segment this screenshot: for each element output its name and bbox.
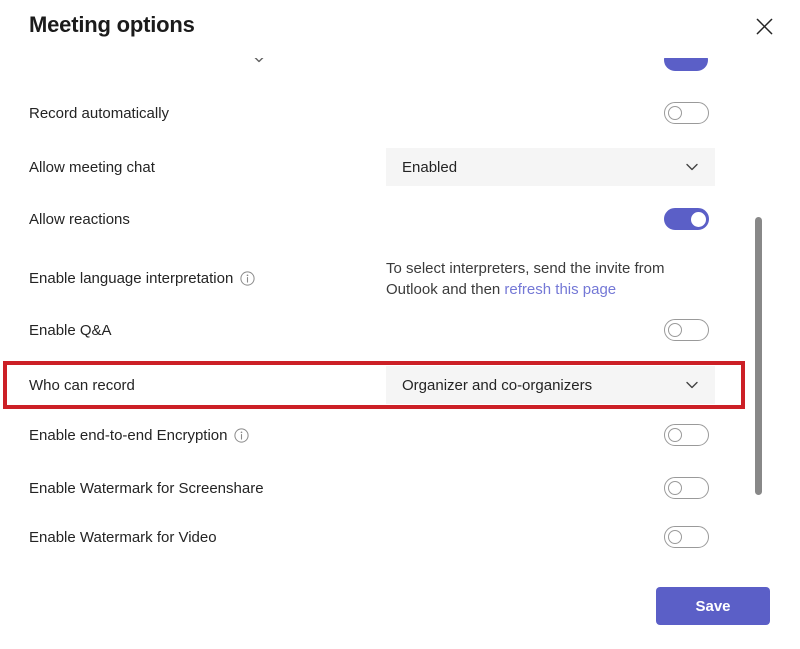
scrollbar-track[interactable] [754, 150, 763, 560]
toggle-enable-qa[interactable] [664, 319, 709, 341]
row-label: Enable Q&A [29, 322, 112, 339]
toggle-knob [667, 480, 682, 495]
row-label: Record automatically [29, 105, 169, 122]
row-label: Enable end-to-end Encryption [29, 426, 250, 444]
dropdown-value: Enabled [402, 158, 458, 176]
row-enable-end-to-end-encryption: Enable end-to-end Encryption [0, 418, 745, 452]
close-icon [756, 18, 773, 35]
dropdown-allow-meeting-chat[interactable]: Enabled [386, 148, 715, 186]
toggle-record-automatically[interactable] [664, 102, 709, 124]
page-title: Meeting options [29, 12, 195, 37]
row-label: Enable Watermark for Video [29, 529, 217, 546]
row-label: Allow meeting chat [29, 159, 155, 176]
toggle-enable-end-to-end-encryption[interactable] [664, 424, 709, 446]
label-text: Allow meeting chat [29, 158, 155, 176]
toggle-knob [667, 427, 682, 442]
label-text: Enable Watermark for Video [29, 528, 217, 546]
label-text: Enable Watermark for Screenshare [29, 479, 264, 497]
row-label: Who can record [29, 377, 135, 394]
clipped-toggle[interactable] [664, 58, 708, 71]
save-button[interactable]: Save [656, 587, 770, 625]
close-button[interactable] [750, 12, 778, 40]
row-enable-language-interpretation: Enable language interpretation To select… [0, 254, 745, 302]
chevron-down-icon [683, 376, 701, 394]
label-text: Record automatically [29, 104, 170, 122]
label-text: Enable end-to-end Encryption [29, 426, 228, 444]
dialog-footer: Save [0, 568, 800, 649]
toggle-knob [667, 529, 682, 544]
meeting-options-dialog: Meeting options Record automatically All… [0, 0, 800, 649]
row-who-can-record: Who can record Organizer and co-organize… [0, 366, 745, 404]
dropdown-who-can-record[interactable]: Organizer and co-organizers [386, 366, 715, 404]
options-list: Record automatically Allow meeting chat … [0, 58, 800, 568]
row-label: Enable language interpretation [29, 270, 255, 287]
row-enable-watermark-for-screenshare: Enable Watermark for Screenshare [0, 471, 745, 505]
toggle-knob [667, 105, 682, 120]
toggle-allow-reactions[interactable] [664, 208, 709, 230]
label-text: Enable Q&A [29, 321, 112, 339]
language-interpretation-note: To select interpreters, send the invite … [386, 258, 706, 300]
label-text: Allow reactions [29, 210, 130, 228]
row-allow-reactions: Allow reactions [0, 202, 745, 236]
refresh-this-page-link[interactable]: refresh this page [504, 281, 616, 298]
row-allow-meeting-chat: Allow meeting chat Enabled [0, 148, 745, 186]
toggle-enable-watermark-for-video[interactable] [664, 526, 709, 548]
info-icon[interactable] [234, 427, 250, 443]
label-text: Who can record [29, 376, 135, 394]
row-label: Allow reactions [29, 211, 130, 228]
dialog-header: Meeting options [0, 0, 800, 58]
chevron-down-icon [683, 158, 701, 176]
clipped-row-above [0, 58, 745, 74]
chevron-down-icon[interactable] [250, 58, 268, 68]
row-record-automatically: Record automatically [0, 96, 745, 130]
row-label: Enable Watermark for Screenshare [29, 480, 264, 497]
dropdown-value: Organizer and co-organizers [402, 376, 593, 394]
label-text: Enable language interpretation [29, 270, 234, 287]
row-enable-qa: Enable Q&A [0, 313, 745, 347]
toggle-knob [690, 211, 706, 227]
scrollbar-thumb[interactable] [755, 217, 762, 495]
toggle-knob [667, 322, 682, 337]
toggle-enable-watermark-for-screenshare[interactable] [664, 477, 709, 499]
row-enable-watermark-for-video: Enable Watermark for Video [0, 520, 745, 554]
info-icon[interactable] [240, 271, 255, 286]
